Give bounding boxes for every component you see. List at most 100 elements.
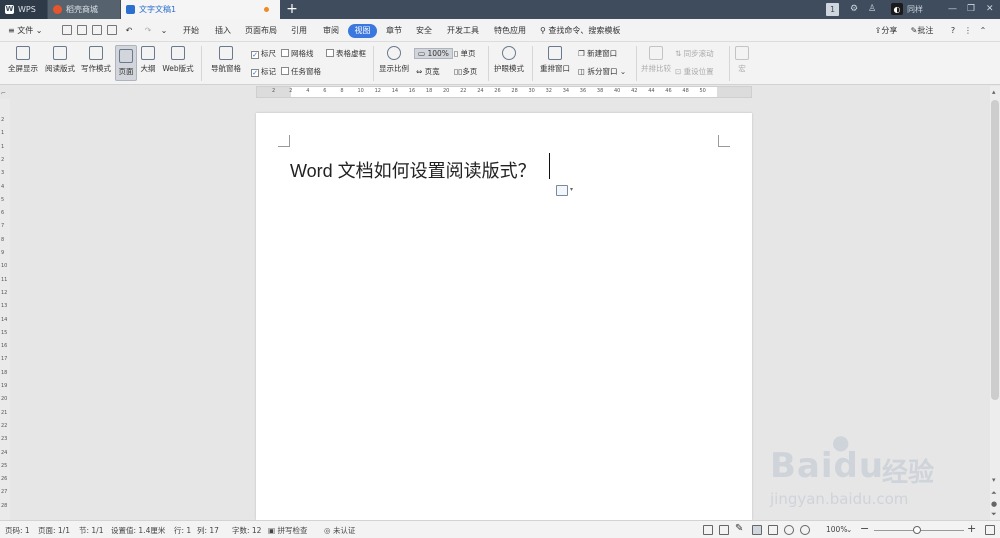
page-view-button[interactable]: 页面	[115, 45, 137, 81]
vertical-ruler[interactable]: 2 1 1 2 3 4 5 6 7 8 9 10 11 12 13 14 15 16 17 18 19 20 21 22 23 2…	[0, 99, 10, 520]
print-icon[interactable]	[92, 25, 102, 35]
document-page[interactable]: Word 文档如何设置阅读版式？ ▾	[256, 113, 752, 520]
menu-developer[interactable]: 开发工具	[444, 24, 482, 38]
fullscreen-icon[interactable]	[703, 525, 713, 535]
page-view-icon[interactable]	[752, 525, 762, 535]
outline-view-icon[interactable]	[768, 525, 778, 535]
command-search[interactable]: ⚲ 查找命令、搜索模板	[540, 24, 650, 38]
menu-view[interactable]: 视图	[348, 24, 377, 38]
menu-references[interactable]: 引用	[286, 24, 312, 38]
document-text[interactable]: Word 文档如何设置阅读版式？	[290, 157, 536, 183]
zoom-out-icon[interactable]: −	[860, 522, 869, 535]
eye-mode-button[interactable]: 护眼模式	[492, 46, 526, 74]
page-badge[interactable]: 1	[826, 3, 839, 16]
write-mode-icon[interactable]: ✎	[735, 523, 745, 534]
menu-page-layout[interactable]: 页面布局	[242, 24, 280, 38]
scroll-up-icon[interactable]: ▴	[992, 88, 996, 96]
share-button[interactable]: ⇪分享	[870, 24, 902, 38]
zoom-level[interactable]: 100%	[826, 525, 847, 534]
outline-button[interactable]: 大纲	[139, 46, 157, 74]
select-browse-object-icon[interactable]: ●	[991, 500, 997, 508]
marks-checkbox[interactable]: ✓ 标记	[251, 66, 276, 77]
status-col[interactable]: 列: 17	[197, 525, 219, 536]
vertical-scrollbar[interactable]: ▴ ▾ ⏶ ● ⏷	[990, 86, 1000, 520]
single-page-button[interactable]: ▯ 单页	[454, 48, 476, 59]
restore-icon[interactable]: ❐	[967, 3, 975, 16]
scroll-down-icon[interactable]: ▾	[992, 476, 996, 484]
menu-insert[interactable]: 插入	[210, 24, 236, 38]
side-by-side-button[interactable]: 并排比较	[640, 46, 672, 74]
zoom-in-icon[interactable]: +	[967, 522, 976, 535]
menu-chapter[interactable]: 章节	[383, 24, 405, 38]
tab-wps-home[interactable]: W WPS	[0, 0, 47, 19]
fit-window-icon[interactable]	[985, 525, 995, 535]
write-mode-button[interactable]: 写作模式	[79, 46, 113, 74]
table-gridlines-checkbox[interactable]: 表格虚框	[326, 48, 366, 59]
task-pane-checkbox[interactable]: 任务窗格	[281, 66, 321, 77]
paste-options-icon[interactable]	[556, 185, 568, 196]
customize-toolbar-icon[interactable]: ⌄	[159, 24, 169, 38]
unsaved-indicator	[264, 7, 269, 12]
macro-button[interactable]: 宏	[733, 46, 751, 74]
eye-mode-icon[interactable]	[800, 525, 810, 535]
ruler-corner-icon[interactable]: ⌐	[1, 90, 6, 97]
undo-icon[interactable]: ↶	[122, 24, 136, 38]
spellcheck-button[interactable]: ▣ 拼写检查	[268, 525, 307, 536]
fullscreen-button[interactable]: 全屏显示	[6, 46, 40, 74]
tab-document[interactable]: 文字文稿1	[121, 0, 280, 19]
save-icon[interactable]	[62, 25, 72, 35]
rearrange-window-button[interactable]: 重排窗口	[536, 46, 574, 74]
zoom-100-button[interactable]: ▭ 100%	[414, 48, 453, 59]
status-word-count[interactable]: 字数: 12	[232, 525, 261, 536]
minimize-icon[interactable]: —	[948, 3, 957, 16]
status-section[interactable]: 节: 1/1	[79, 525, 103, 536]
more-options-icon[interactable]: ⋮	[964, 24, 972, 38]
help-icon[interactable]: ?	[948, 24, 958, 38]
gridlines-checkbox[interactable]: 网格线	[281, 48, 314, 59]
redo-icon[interactable]: ↷	[143, 24, 153, 38]
zoom-slider-handle[interactable]	[913, 526, 921, 534]
ruler-tick-label: 12	[374, 88, 381, 94]
reading-layout-icon[interactable]	[719, 525, 729, 535]
web-layout-button[interactable]: Web版式	[161, 46, 195, 74]
ruler-checkbox[interactable]: ✓ 标尺	[251, 48, 276, 59]
status-row[interactable]: 行: 1	[174, 525, 191, 536]
nav-pane-button[interactable]: 导航窗格	[206, 46, 246, 74]
status-pages[interactable]: 页面: 1/1	[38, 525, 70, 536]
new-tab-button[interactable]: +	[284, 0, 300, 19]
menu-review[interactable]: 审阅	[318, 24, 344, 38]
export-pdf-icon[interactable]	[77, 25, 87, 35]
page-width-button[interactable]: ⇔ 页宽	[416, 66, 440, 77]
status-position[interactable]: 设置值: 1.4厘米	[111, 525, 165, 536]
chevron-down-icon[interactable]: ▾	[570, 186, 573, 193]
reading-layout-label: 阅读版式	[45, 64, 75, 73]
file-menu[interactable]: ≡ 文件 ⌄	[8, 24, 48, 38]
settings-icon[interactable]: ⚙	[850, 3, 858, 16]
reset-position-button[interactable]: ⊡ 重设位置	[675, 66, 714, 77]
menu-home[interactable]: 开始	[178, 24, 204, 38]
reading-layout-button[interactable]: 阅读版式	[43, 46, 77, 74]
next-page-icon[interactable]: ⏷	[991, 510, 997, 519]
multi-page-button[interactable]: ▯▯多页	[454, 66, 477, 77]
user-name[interactable]: 同样	[907, 3, 923, 16]
zoom-dropdown-icon[interactable]: ⌄	[846, 525, 852, 534]
sync-scroll-button[interactable]: ⇅ 同步滚动	[675, 48, 714, 59]
horizontal-ruler[interactable]: 2 2 4 6 8 10 12 14 16 18 20 22 24 26 28 30 32 34 36 38 40 42 4…	[256, 86, 752, 98]
new-window-button[interactable]: ❐ 新建窗口	[578, 48, 617, 59]
avatar[interactable]: ◐	[891, 3, 903, 15]
collapse-ribbon-icon[interactable]: ⌃	[978, 24, 988, 38]
split-window-button[interactable]: ◫ 拆分窗口 ⌄	[578, 66, 626, 77]
auth-status[interactable]: ◎ 未认证	[324, 525, 355, 536]
tab-docer-store[interactable]: 稻壳商城	[48, 0, 120, 19]
scrollbar-thumb[interactable]	[991, 100, 999, 400]
print-preview-icon[interactable]	[107, 25, 117, 35]
shirt-skin-icon[interactable]: ♙	[868, 3, 876, 16]
prev-page-icon[interactable]: ⏶	[991, 489, 997, 498]
comment-button[interactable]: ✎批注	[904, 24, 940, 38]
web-view-icon[interactable]	[784, 525, 794, 535]
zoom-ratio-button[interactable]: 显示比例	[378, 46, 410, 74]
close-icon[interactable]: ✕	[986, 3, 994, 16]
status-page-num[interactable]: 页码: 1	[5, 525, 30, 536]
menu-security[interactable]: 安全	[412, 24, 436, 38]
menu-special[interactable]: 特色应用	[490, 24, 530, 38]
